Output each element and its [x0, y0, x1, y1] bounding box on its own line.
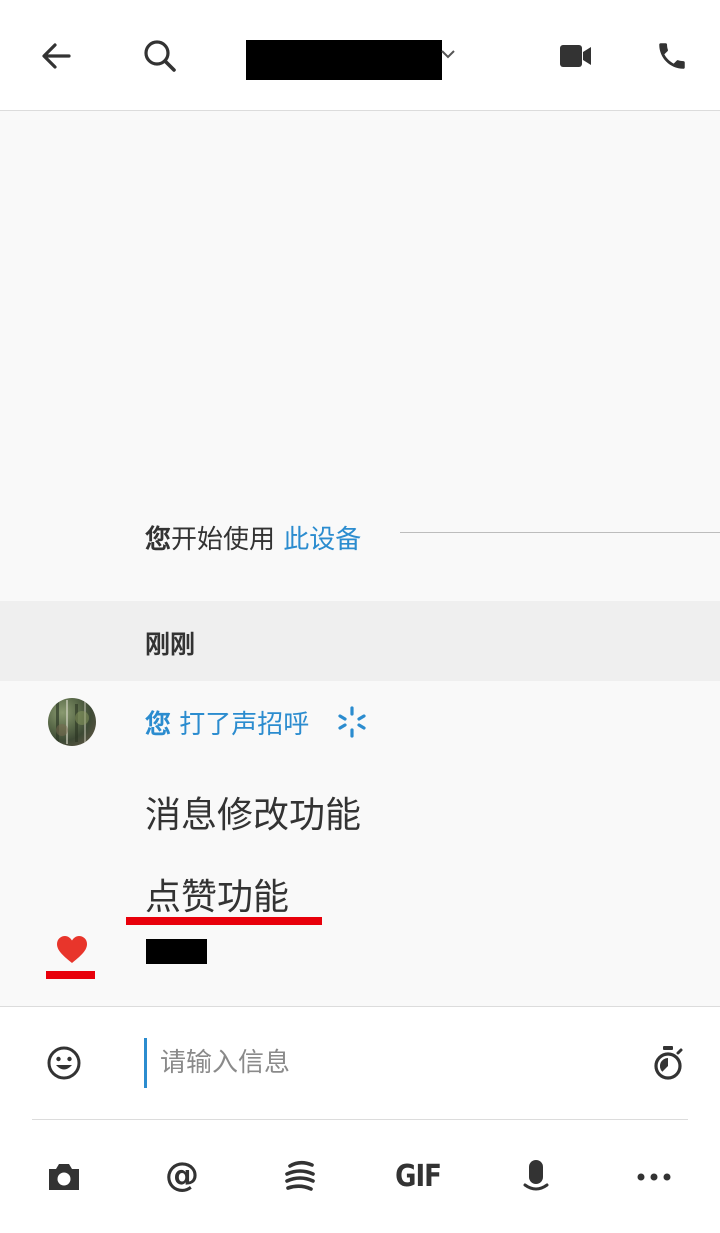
- conversation-header: [0, 0, 720, 111]
- avatar[interactable]: [48, 698, 96, 746]
- camera-icon[interactable]: [36, 1149, 92, 1205]
- gif-label: GIF: [395, 1159, 442, 1195]
- sparkle-icon: [336, 706, 368, 738]
- phone-icon[interactable]: [648, 32, 696, 80]
- greeting-text: 您 打了声招呼: [145, 704, 309, 741]
- chevron-down-icon[interactable]: [438, 44, 458, 64]
- divider-text: 您开始使用 此设备: [145, 519, 361, 556]
- more-icon[interactable]: [626, 1149, 682, 1205]
- divider-line: [400, 532, 720, 533]
- message-text[interactable]: 点赞功能: [145, 868, 289, 920]
- composer-separator: [32, 1119, 688, 1120]
- heart-icon[interactable]: [56, 935, 88, 965]
- search-icon[interactable]: [136, 32, 184, 80]
- timestamp-label: 刚刚: [145, 630, 196, 659]
- emoji-icon[interactable]: [36, 1035, 92, 1091]
- gif-button[interactable]: GIF: [390, 1149, 446, 1205]
- conversation-start-divider: 您开始使用 此设备: [0, 505, 720, 565]
- back-arrow-icon[interactable]: [32, 32, 80, 80]
- timer-icon[interactable]: [640, 1035, 696, 1091]
- conversation-title-redacted[interactable]: [246, 40, 442, 80]
- video-camera-icon[interactable]: [552, 32, 600, 80]
- timestamp-band: 刚刚: [0, 601, 720, 681]
- greeting-action: 打了声招呼: [179, 710, 310, 740]
- highlight-underline: [46, 971, 95, 979]
- divider-subject: 您: [145, 525, 172, 555]
- message-text[interactable]: 消息修改功能: [145, 786, 361, 838]
- greeting-subject: 您: [145, 710, 172, 740]
- mention-label: @: [165, 1155, 199, 1195]
- highlight-underline: [126, 917, 322, 925]
- message-input[interactable]: [160, 1035, 620, 1091]
- input-caret: [144, 1038, 147, 1088]
- reaction-user-redacted: [146, 939, 207, 964]
- composer: @ GIF: [0, 1006, 720, 1233]
- divider-action: 开始使用: [171, 525, 276, 555]
- mention-button[interactable]: @: [154, 1147, 210, 1203]
- this-device-link[interactable]: 此设备: [283, 525, 361, 555]
- microphone-icon[interactable]: [508, 1149, 564, 1205]
- sketch-icon[interactable]: [272, 1149, 328, 1205]
